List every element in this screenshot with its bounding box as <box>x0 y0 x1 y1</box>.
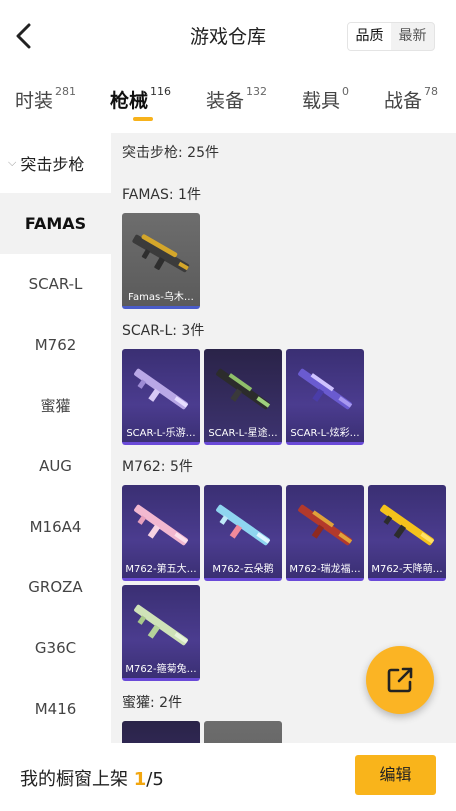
tab-outfits[interactable]: 时装 281 <box>15 85 77 113</box>
m762-skin-icon <box>134 504 189 546</box>
weapon-card[interactable]: M762-箍菊兔… <box>122 585 200 681</box>
group-title-m762: M762: 5件 <box>122 459 193 475</box>
famas-skin-icon <box>132 234 190 273</box>
weapon-card[interactable]: M762-瑞龙福… <box>286 485 364 581</box>
scar-l-skin-icon <box>298 368 353 410</box>
sort-newest-button[interactable]: 最新 <box>391 23 434 50</box>
weapon-card[interactable]: M762-第五大… <box>122 485 200 581</box>
footer-bar: 我的橱窗上架 1/5 编辑 <box>0 743 456 811</box>
share-button[interactable] <box>366 646 434 714</box>
sidebar-item-aug[interactable]: AUG <box>0 436 111 497</box>
sidebar-item-g36c[interactable]: G36C <box>0 618 111 679</box>
weapon-card[interactable]: SCAR-L-星途… <box>204 349 282 445</box>
chevron-down-icon: ⌵ <box>8 156 17 169</box>
weapon-card-label: SCAR-L-星途… <box>208 428 278 439</box>
sidebar-item-m416[interactable]: M416 <box>0 679 111 740</box>
edit-button[interactable]: 编辑 <box>355 755 436 795</box>
tab-count: 132 <box>246 85 268 98</box>
weapon-card-label: SCAR-L-乐游… <box>126 428 196 439</box>
tab-label: 时装 <box>15 90 54 112</box>
weapon-card-label: Famas-乌木… <box>128 292 194 303</box>
weapon-card-label: SCAR-L-炫彩… <box>290 428 360 439</box>
sidebar-item-groza[interactable]: GROZA <box>0 557 111 618</box>
header: 游戏仓库 品质 最新 <box>0 0 456 72</box>
sidebar-item-honey-badger[interactable]: 蜜獾 <box>0 375 111 436</box>
sort-quality-button[interactable]: 品质 <box>348 23 391 50</box>
sidebar-group-label: 突击步枪 <box>20 155 85 174</box>
weapon-card[interactable]: SCAR-L-炫彩… <box>286 349 364 445</box>
sidebar-group-assault-rifles[interactable]: ⌵ 突击步枪 <box>0 133 111 193</box>
section-title: 突击步枪: 25件 <box>122 145 219 161</box>
m762-skin-icon <box>216 504 271 546</box>
weapon-card-label: M762-天降萌… <box>371 564 443 575</box>
weapon-card-label: M762-箍菊兔… <box>125 664 197 675</box>
sort-toggle: 品质 最新 <box>347 22 435 51</box>
shelf-current-count: 1 <box>133 769 147 790</box>
weapon-card-label: M762-云朵鹅 <box>212 564 274 575</box>
tab-label: 装备 <box>206 90 245 112</box>
active-tab-indicator <box>133 117 153 121</box>
share-export-icon <box>387 667 413 693</box>
m762-skin-icon <box>134 604 189 646</box>
category-tabs: 时装 281 枪械 116 装备 132 载具 0 战备 78 <box>0 80 456 126</box>
m762-skin-icon <box>380 504 435 546</box>
shelf-total-count: 5 <box>152 769 164 790</box>
weapon-card[interactable]: M762-云朵鹅 <box>204 485 282 581</box>
scar-l-skin-icon <box>216 368 271 410</box>
tab-count: 78 <box>424 85 439 98</box>
weapon-card[interactable] <box>204 721 282 743</box>
tab-label: 枪械 <box>110 90 149 112</box>
sidebar-item-m16a4[interactable]: M16A4 <box>0 496 111 557</box>
weapon-card[interactable]: M762-天降萌… <box>368 485 446 581</box>
shelf-label: 我的橱窗上架 <box>20 769 128 790</box>
tab-firearms[interactable]: 枪械 116 <box>110 85 172 113</box>
weapon-card[interactable]: SCAR-L-乐游… <box>122 349 200 445</box>
tab-equipment[interactable]: 装备 132 <box>206 85 268 113</box>
m762-skin-icon <box>298 504 353 546</box>
tab-label: 载具 <box>302 90 341 112</box>
tab-count: 116 <box>150 85 172 98</box>
grid-honey-badger <box>122 721 452 743</box>
tab-label: 战备 <box>384 90 423 112</box>
grid-scar-l: SCAR-L-乐游… SCAR-L-星途… SCAR-L-炫彩… <box>122 349 452 445</box>
shelf-status: 我的橱窗上架 1/5 <box>20 765 164 791</box>
tab-count: 0 <box>342 85 350 98</box>
sidebar-item-famas[interactable]: FAMAS <box>0 193 111 254</box>
weapon-card[interactable]: Famas-乌木… <box>122 213 200 309</box>
tab-vehicles[interactable]: 载具 0 <box>302 85 350 113</box>
group-title-famas: FAMAS: 1件 <box>122 187 201 203</box>
grid-famas: Famas-乌木… <box>122 213 452 309</box>
scar-l-skin-icon <box>134 368 189 410</box>
weapon-sidebar: ⌵ 突击步枪 FAMAS SCAR-L M762 蜜獾 AUG M16A4 GR… <box>0 133 111 743</box>
sidebar-item-scar-l[interactable]: SCAR-L <box>0 254 111 315</box>
group-title-scar-l: SCAR-L: 3件 <box>122 323 205 339</box>
weapon-card[interactable] <box>122 721 200 743</box>
tab-count: 281 <box>55 85 77 98</box>
weapon-card-label: M762-第五大… <box>125 564 197 575</box>
tab-supplies[interactable]: 战备 78 <box>384 85 439 113</box>
weapon-card-label: M762-瑞龙福… <box>289 564 361 575</box>
sidebar-item-m762[interactable]: M762 <box>0 314 111 375</box>
